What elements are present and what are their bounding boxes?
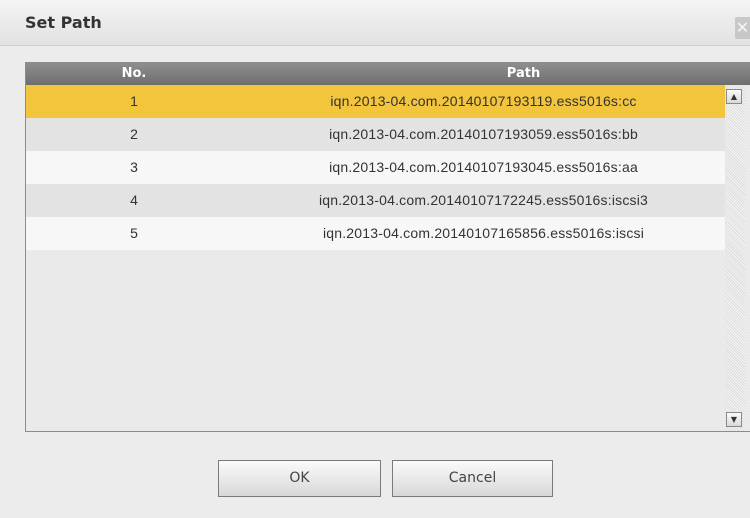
table-row[interactable]: 4 iqn.2013-04.com.20140107172245.ess5016…	[26, 184, 725, 217]
cell-path: iqn.2013-04.com.20140107193119.ess5016s:…	[330, 93, 637, 109]
path-table: No. Path 1 iqn.2013-04.com.2014010719311…	[25, 62, 750, 432]
cell-path: iqn.2013-04.com.20140107172245.ess5016s:…	[318, 192, 649, 208]
table-row[interactable]: 2 iqn.2013-04.com.20140107193059.ess5016…	[26, 118, 725, 151]
table-row[interactable]: 5 iqn.2013-04.com.20140107165856.ess5016…	[26, 217, 725, 250]
table-row[interactable]: 1 iqn.2013-04.com.20140107193119.ess5016…	[26, 85, 725, 118]
triangle-down-icon[interactable]: ▼	[726, 412, 742, 427]
cell-no: 4	[130, 192, 138, 208]
column-header-path[interactable]: Path	[246, 63, 750, 85]
table-row[interactable]: 3 iqn.2013-04.com.20140107193045.ess5016…	[26, 151, 725, 184]
dialog-title: Set Path	[25, 13, 102, 32]
dialog-titlebar: Set Path ✕	[0, 0, 750, 46]
ok-button[interactable]: OK	[218, 460, 381, 497]
cancel-button[interactable]: Cancel	[392, 460, 553, 497]
vertical-scrollbar[interactable]: ▲ ▼	[725, 85, 745, 431]
cell-no: 3	[130, 159, 138, 175]
set-path-dialog: Set Path ✕ No. Path 1 iqn.2013-04.com.20…	[0, 0, 750, 518]
cell-path: iqn.2013-04.com.20140107193059.ess5016s:…	[329, 126, 638, 142]
cell-no: 1	[130, 93, 138, 109]
cell-no: 2	[130, 126, 138, 142]
triangle-up-icon[interactable]: ▲	[726, 89, 742, 104]
cell-path: iqn.2013-04.com.20140107193045.ess5016s:…	[329, 159, 638, 175]
table-body: 1 iqn.2013-04.com.20140107193119.ess5016…	[26, 85, 725, 250]
close-icon[interactable]: ✕	[735, 17, 750, 39]
cell-path: iqn.2013-04.com.20140107165856.ess5016s:…	[322, 225, 645, 241]
cell-no: 5	[130, 225, 138, 241]
column-header-no[interactable]: No.	[26, 63, 242, 85]
table-header: No. Path	[26, 63, 750, 85]
